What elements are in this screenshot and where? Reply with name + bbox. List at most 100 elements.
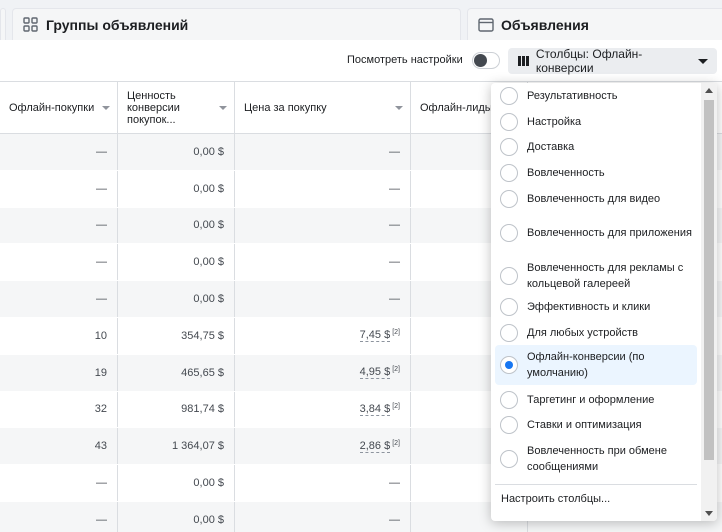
cell-offline-purchases: —	[0, 465, 118, 501]
cell-offline-purchases: —	[0, 281, 118, 317]
columns-option[interactable]: Офлайн-конверсии (по умолчанию)	[495, 345, 697, 385]
columns-option-label: Ставки и оптимизация	[527, 419, 642, 431]
cell-cost-per-purchase: —	[235, 134, 411, 170]
sort-arrow-icon[interactable]	[102, 106, 110, 110]
columns-option[interactable]: Для любых устройств	[495, 324, 697, 342]
columns-option-label: Офлайн-конверсии (по умолчанию)	[527, 351, 645, 379]
cell-value: —	[96, 145, 107, 158]
columns-option[interactable]: Вовлеченность	[495, 164, 697, 182]
column-header-label: Офлайн-покупки	[9, 102, 95, 114]
column-header-conversion-value[interactable]: Ценность конверсии покупок...	[118, 82, 235, 134]
columns-option[interactable]: Доставка	[495, 138, 697, 156]
cell-cost-per-purchase: —	[235, 281, 411, 317]
columns-option-label: Вовлеченность	[527, 167, 605, 179]
cell-value: —	[389, 145, 400, 158]
scroll-up-arrow-icon[interactable]	[705, 88, 713, 93]
cell-cost-per-purchase: —	[235, 465, 411, 501]
scrollbar-thumb[interactable]	[704, 100, 714, 460]
cell-value: 0,00 $	[193, 219, 224, 232]
column-header-cost-per-purchase[interactable]: Цена за покупку	[235, 82, 411, 134]
columns-dropdown-menu: Результативность Настройка Доставка Вовлече…	[491, 83, 717, 521]
cell-value: 10	[94, 329, 107, 342]
columns-option-label: Вовлеченность для приложения	[527, 227, 692, 239]
columns-button-label: Столбцы: Офлайн-конверсии	[535, 47, 643, 75]
radio-button[interactable]	[500, 267, 518, 285]
columns-dropdown-button[interactable]: Столбцы: Офлайн-конверсии	[508, 47, 717, 75]
footnote-marker[interactable]: [2]	[392, 329, 400, 336]
columns-option[interactable]: Результативность	[495, 87, 697, 105]
footnote-marker[interactable]: [2]	[392, 366, 400, 373]
cell-value: —	[389, 182, 400, 195]
columns-option-label: Эффективность и клики	[527, 301, 651, 313]
cell-value: 354,75 $	[181, 329, 224, 342]
columns-icon	[518, 56, 529, 66]
cell-value: —	[389, 293, 400, 306]
radio-button[interactable]	[500, 87, 518, 105]
cell-conversion-value: 1 364,07 $	[118, 428, 235, 465]
columns-option-label: Таргетинг и оформление	[527, 394, 655, 406]
cost-link[interactable]: 3,84 $	[359, 403, 391, 416]
cell-value: 0,00 $	[193, 513, 224, 526]
column-header-label: Цена за покупку	[244, 102, 327, 114]
radio-button[interactable]	[500, 324, 518, 342]
columns-option-label: Вовлеченность для видео	[527, 193, 661, 205]
ad-sets-icon	[23, 16, 39, 33]
tab-ads[interactable]: Объявления	[467, 8, 722, 40]
columns-option-label: Настройка	[527, 116, 582, 128]
scroll-down-arrow-icon[interactable]	[705, 511, 713, 516]
view-settings-toggle[interactable]	[472, 52, 500, 69]
column-header-label: Офлайн-лиды	[420, 102, 493, 114]
columns-option[interactable]: Ставки и оптимизация	[495, 416, 697, 434]
columns-option-label: Вовлеченность для рекламы с кольцевой га…	[527, 262, 684, 290]
cell-cost-per-purchase: 3,84 $ [2]	[235, 391, 411, 428]
columns-option[interactable]: Вовлеченность при обмене сообщениями	[495, 443, 697, 475]
cell-value: —	[389, 513, 400, 526]
cell-conversion-value: 0,00 $	[118, 244, 235, 281]
cell-value: —	[96, 256, 107, 269]
radio-button[interactable]	[500, 356, 518, 374]
columns-option[interactable]: Таргетинг и оформление	[495, 391, 697, 409]
radio-button[interactable]	[500, 298, 518, 316]
cell-offline-purchases: —	[0, 244, 118, 281]
columns-option[interactable]: Вовлеченность для видео	[495, 190, 697, 208]
cell-value: 43	[94, 440, 107, 453]
columns-option[interactable]: Настройка	[495, 113, 697, 131]
radio-button[interactable]	[500, 164, 518, 182]
cell-cost-per-purchase: 7,45 $ [2]	[235, 317, 411, 354]
columns-option[interactable]: Вовлеченность для рекламы с кольцевой га…	[495, 260, 697, 292]
columns-option-label: Вовлеченность при обмене сообщениями	[527, 445, 667, 473]
tab-ad-sets[interactable]: Группы объявлений	[12, 8, 461, 40]
dropdown-scrollbar[interactable]	[701, 83, 717, 521]
tab-campaigns-edge[interactable]	[0, 8, 6, 40]
radio-button[interactable]	[500, 138, 518, 156]
radio-button[interactable]	[500, 450, 518, 468]
cell-value: —	[96, 477, 107, 490]
cell-value: 981,74 $	[181, 403, 224, 416]
cell-value: —	[96, 219, 107, 232]
cell-cost-per-purchase: —	[235, 244, 411, 281]
radio-button[interactable]	[500, 416, 518, 434]
cell-value: 19	[94, 366, 107, 379]
tab-ad-sets-label: Группы объявлений	[46, 16, 189, 33]
footnote-marker[interactable]: [2]	[392, 403, 400, 410]
cell-conversion-value: 0,00 $	[118, 134, 235, 170]
sort-arrow-icon[interactable]	[395, 106, 403, 110]
cell-conversion-value: 0,00 $	[118, 465, 235, 501]
level-tabs: Группы объявлений Объявления	[0, 0, 722, 40]
cell-offline-purchases: 10	[0, 317, 118, 354]
radio-button[interactable]	[500, 391, 518, 409]
columns-option[interactable]: Вовлеченность для приложения	[495, 217, 697, 249]
radio-button[interactable]	[500, 224, 518, 242]
cell-conversion-value: 465,65 $	[118, 354, 235, 391]
radio-button[interactable]	[500, 190, 518, 208]
customize-columns-link[interactable]: Настроить столбцы...	[501, 493, 610, 505]
column-header-label: Ценность конверсии покупок...	[127, 90, 180, 126]
footnote-marker[interactable]: [2]	[392, 440, 400, 447]
column-header-offline-purchases[interactable]: Офлайн-покупки	[0, 82, 118, 134]
sort-arrow-icon[interactable]	[219, 106, 227, 110]
cost-link[interactable]: 4,95 $	[359, 366, 391, 380]
cost-link[interactable]: 2,86 $	[359, 440, 391, 453]
radio-button[interactable]	[500, 113, 518, 131]
columns-option[interactable]: Эффективность и клики	[495, 298, 697, 316]
cost-link[interactable]: 7,45 $	[359, 329, 391, 343]
